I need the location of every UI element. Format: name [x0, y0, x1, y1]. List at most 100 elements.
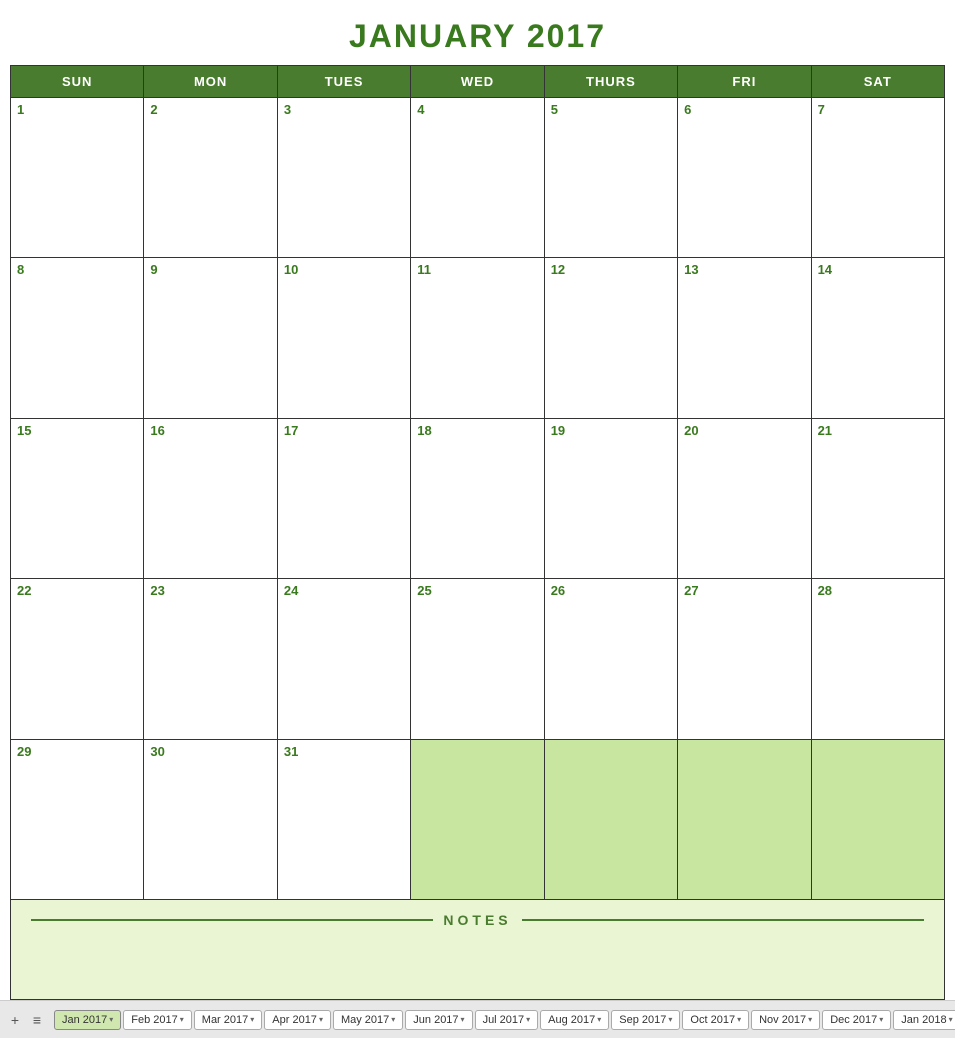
- chevron-down-icon: ▾: [250, 1015, 254, 1024]
- chevron-down-icon: ▾: [668, 1015, 672, 1024]
- day-cell[interactable]: 30: [144, 740, 277, 900]
- month-tab-dec-2017[interactable]: Dec 2017▾: [822, 1010, 891, 1030]
- month-tab-jan-2018[interactable]: Jan 2018▾: [893, 1010, 955, 1030]
- day-headers: SUNMONTUESWEDTHURSFRISAT: [11, 66, 945, 98]
- day-cell[interactable]: 7: [812, 98, 945, 258]
- day-header-sun: SUN: [11, 66, 144, 98]
- day-number: 29: [17, 744, 137, 759]
- day-cell[interactable]: 31: [278, 740, 411, 900]
- day-cell[interactable]: 6: [678, 98, 811, 258]
- day-number: 25: [417, 583, 537, 598]
- day-header-tues: TUES: [278, 66, 411, 98]
- day-cell[interactable]: [411, 740, 544, 900]
- day-cell[interactable]: 22: [11, 579, 144, 739]
- chevron-down-icon: ▾: [737, 1015, 741, 1024]
- day-cell[interactable]: 12: [545, 258, 678, 418]
- day-cell[interactable]: 14: [812, 258, 945, 418]
- day-number: 26: [551, 583, 671, 598]
- month-tab-feb-2017[interactable]: Feb 2017▾: [123, 1010, 192, 1030]
- day-cell[interactable]: 20: [678, 419, 811, 579]
- day-number: 8: [17, 262, 137, 277]
- tab-controls: + ≡: [6, 1011, 46, 1029]
- month-tab-may-2017[interactable]: May 2017▾: [333, 1010, 403, 1030]
- month-tab-aug-2017[interactable]: Aug 2017▾: [540, 1010, 609, 1030]
- day-cell[interactable]: 2: [144, 98, 277, 258]
- day-header-mon: MON: [144, 66, 277, 98]
- day-number: 5: [551, 102, 671, 117]
- chevron-down-icon: ▾: [109, 1015, 113, 1024]
- day-cell[interactable]: 9: [144, 258, 277, 418]
- chevron-down-icon: ▾: [879, 1015, 883, 1024]
- notes-line-left: [31, 919, 433, 921]
- day-cell[interactable]: 26: [545, 579, 678, 739]
- day-cell[interactable]: 19: [545, 419, 678, 579]
- month-tab-sep-2017[interactable]: Sep 2017▾: [611, 1010, 680, 1030]
- month-tab-apr-2017[interactable]: Apr 2017▾: [264, 1010, 331, 1030]
- day-cell[interactable]: 1: [11, 98, 144, 258]
- day-number: 18: [417, 423, 537, 438]
- day-number: 11: [417, 262, 537, 277]
- day-number: 30: [150, 744, 270, 759]
- calendar-grid: SUNMONTUESWEDTHURSFRISAT 123456789101112…: [10, 65, 945, 1000]
- tab-add-button[interactable]: +: [6, 1011, 24, 1029]
- day-cell[interactable]: [678, 740, 811, 900]
- chevron-down-icon: ▾: [180, 1015, 184, 1024]
- day-cell[interactable]: 23: [144, 579, 277, 739]
- chevron-down-icon: ▾: [319, 1015, 323, 1024]
- day-number: 3: [284, 102, 404, 117]
- day-cell[interactable]: [812, 740, 945, 900]
- day-cell[interactable]: 10: [278, 258, 411, 418]
- month-tab-oct-2017[interactable]: Oct 2017▾: [682, 1010, 749, 1030]
- day-header-wed: WED: [411, 66, 544, 98]
- tab-menu-button[interactable]: ≡: [28, 1011, 46, 1029]
- week-row-1: 1234567: [11, 98, 945, 258]
- day-cell[interactable]: 11: [411, 258, 544, 418]
- week-row-5: 29 30 31: [11, 740, 945, 900]
- day-number: 15: [17, 423, 137, 438]
- day-number: 10: [284, 262, 404, 277]
- day-cell[interactable]: 21: [812, 419, 945, 579]
- day-cell[interactable]: 27: [678, 579, 811, 739]
- day-header-fri: FRI: [678, 66, 811, 98]
- day-cell[interactable]: 13: [678, 258, 811, 418]
- chevron-down-icon: ▾: [526, 1015, 530, 1024]
- notes-section: NOTES: [11, 900, 945, 1000]
- day-number: 24: [284, 583, 404, 598]
- day-number: 31: [284, 744, 404, 759]
- month-tab-jul-2017[interactable]: Jul 2017▾: [475, 1010, 539, 1030]
- day-cell[interactable]: 8: [11, 258, 144, 418]
- month-tab-jun-2017[interactable]: Jun 2017▾: [405, 1010, 472, 1030]
- day-cell[interactable]: 25: [411, 579, 544, 739]
- month-tab-mar-2017[interactable]: Mar 2017▾: [194, 1010, 263, 1030]
- notes-line-right: [522, 919, 924, 921]
- day-cell[interactable]: 29: [11, 740, 144, 900]
- day-cell[interactable]: 5: [545, 98, 678, 258]
- day-cell[interactable]: 28: [812, 579, 945, 739]
- day-number: 28: [818, 583, 938, 598]
- week-row-2: 89 10 11 12 1314: [11, 258, 945, 418]
- day-header-thurs: THURS: [545, 66, 678, 98]
- day-cell[interactable]: 3: [278, 98, 411, 258]
- tab-bar: + ≡ Jan 2017▾Feb 2017▾Mar 2017▾Apr 2017▾…: [0, 1000, 955, 1038]
- day-cell[interactable]: 17: [278, 419, 411, 579]
- day-number: 27: [684, 583, 804, 598]
- notes-title-row: NOTES: [31, 912, 924, 928]
- day-number: 9: [150, 262, 270, 277]
- day-cell[interactable]: 16: [144, 419, 277, 579]
- month-tab-nov-2017[interactable]: Nov 2017▾: [751, 1010, 820, 1030]
- month-tab-jan-2017[interactable]: Jan 2017▾: [54, 1010, 121, 1030]
- day-cell[interactable]: 18: [411, 419, 544, 579]
- calendar-container: JANUARY 2017 SUNMONTUESWEDTHURSFRISAT 12…: [0, 0, 955, 1000]
- day-number: 19: [551, 423, 671, 438]
- day-number: 20: [684, 423, 804, 438]
- day-cell[interactable]: 4: [411, 98, 544, 258]
- day-cell[interactable]: 24: [278, 579, 411, 739]
- day-header-sat: SAT: [812, 66, 945, 98]
- chevron-down-icon: ▾: [949, 1015, 953, 1024]
- day-number: 23: [150, 583, 270, 598]
- day-number: 4: [417, 102, 537, 117]
- day-cell[interactable]: [545, 740, 678, 900]
- day-number: 12: [551, 262, 671, 277]
- day-cell[interactable]: 15: [11, 419, 144, 579]
- chevron-down-icon: ▾: [461, 1015, 465, 1024]
